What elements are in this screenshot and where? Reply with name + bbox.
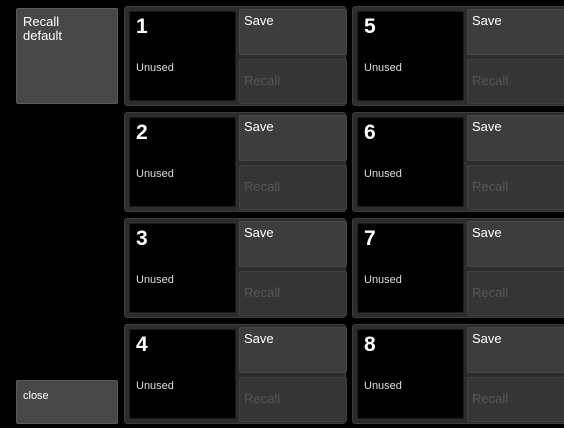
recall-button-4[interactable]: Recall [239, 377, 347, 422]
preset-number: 7 [364, 227, 376, 250]
preset-number: 8 [364, 333, 376, 356]
preset-slot-3: 3 Unused Save Recall [124, 218, 347, 318]
close-label: close [23, 390, 49, 402]
preset-status: Unused [136, 168, 174, 180]
preset-slot-5: 5 Unused Save Recall [352, 6, 564, 106]
recall-button-7[interactable]: Recall [467, 271, 564, 316]
preset-slot-1: 1 Unused Save Recall [124, 6, 347, 106]
preset-slot-8: 8 Unused Save Recall [352, 324, 564, 424]
save-button-8[interactable]: Save [467, 327, 564, 373]
preset-slot-4: 4 Unused Save Recall [124, 324, 347, 424]
preset-number: 1 [136, 15, 148, 38]
preset-status: Unused [364, 62, 402, 74]
recall-button-1[interactable]: Recall [239, 59, 347, 104]
preset-display-8: 8 Unused [357, 329, 464, 419]
preset-status: Unused [136, 274, 174, 286]
preset-display-6: 6 Unused [357, 117, 464, 207]
preset-slot-6: 6 Unused Save Recall [352, 112, 564, 212]
preset-display-5: 5 Unused [357, 11, 464, 101]
preset-number: 5 [364, 15, 376, 38]
recall-button-2[interactable]: Recall [239, 165, 347, 210]
save-button-3[interactable]: Save [239, 221, 347, 267]
preset-display-2: 2 Unused [129, 117, 236, 207]
preset-slot-7: 7 Unused Save Recall [352, 218, 564, 318]
recall-button-8[interactable]: Recall [467, 377, 564, 422]
save-button-6[interactable]: Save [467, 115, 564, 161]
preset-number: 2 [136, 121, 148, 144]
recall-default-label: Recall default [23, 14, 63, 43]
preset-status: Unused [136, 380, 174, 392]
preset-status: Unused [364, 274, 402, 286]
preset-number: 3 [136, 227, 148, 250]
recall-button-3[interactable]: Recall [239, 271, 347, 316]
preset-display-4: 4 Unused [129, 329, 236, 419]
preset-display-7: 7 Unused [357, 223, 464, 313]
save-button-7[interactable]: Save [467, 221, 564, 267]
preset-status: Unused [136, 62, 174, 74]
preset-status: Unused [364, 380, 402, 392]
recall-button-6[interactable]: Recall [467, 165, 564, 210]
preset-display-1: 1 Unused [129, 11, 236, 101]
save-button-5[interactable]: Save [467, 9, 564, 55]
save-button-4[interactable]: Save [239, 327, 347, 373]
preset-slot-2: 2 Unused Save Recall [124, 112, 347, 212]
preset-number: 4 [136, 333, 148, 356]
preset-display-3: 3 Unused [129, 223, 236, 313]
close-button[interactable]: close [16, 380, 118, 424]
recall-default-button[interactable]: Recall default [16, 8, 118, 104]
recall-button-5[interactable]: Recall [467, 59, 564, 104]
save-button-2[interactable]: Save [239, 115, 347, 161]
save-button-1[interactable]: Save [239, 9, 347, 55]
preset-number: 6 [364, 121, 376, 144]
preset-status: Unused [364, 168, 402, 180]
